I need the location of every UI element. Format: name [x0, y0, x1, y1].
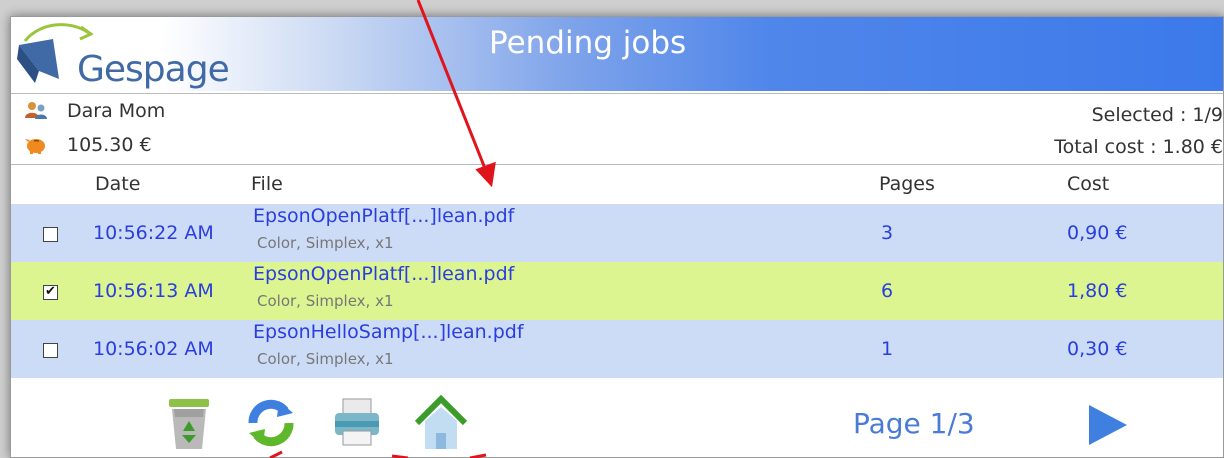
user-name: Dara Mom — [67, 100, 166, 122]
job-options: Color, Simplex, x1 — [257, 234, 394, 252]
piggy-bank-icon — [25, 139, 45, 154]
job-cost: 0,90 € — [1067, 222, 1128, 244]
table-row[interactable]: 10:56:02 AM EpsonHelloSamp[...]lean.pdf … — [11, 320, 1223, 378]
page-indicator: Page 1/3 — [853, 407, 975, 440]
column-cost: Cost — [1067, 173, 1110, 195]
page-title: Pending jobs — [489, 25, 687, 61]
job-file-name: EpsonOpenPlatf[...]lean.pdf — [253, 205, 515, 227]
selected-count: Selected : 1/9 — [1091, 104, 1223, 126]
total-cost: Total cost : 1.80 € — [1054, 136, 1223, 158]
row-checkbox[interactable] — [43, 343, 58, 358]
printer-icon[interactable] — [329, 393, 385, 451]
jobs-table-header: Date File Pages Cost — [11, 167, 1223, 203]
logo-text: Gespage — [77, 49, 230, 90]
job-options: Color, Simplex, x1 — [257, 292, 394, 310]
users-icon — [25, 102, 47, 119]
gespage-logo: Gespage — [13, 19, 253, 91]
user-balance-row: 105.30 € — [23, 134, 152, 156]
gespage-window: Gespage Pending jobs Dara Mom 105.30 € S… — [10, 16, 1224, 458]
user-balance: 105.30 € — [67, 134, 152, 156]
column-date: Date — [95, 173, 141, 195]
job-cost: 0,30 € — [1067, 338, 1128, 360]
job-time: 10:56:22 AM — [93, 222, 214, 244]
play-next-icon[interactable] — [1085, 403, 1129, 447]
row-checkbox[interactable] — [43, 227, 58, 242]
table-row[interactable]: ✔ 10:56:13 AM EpsonOpenPlatf[...]lean.pd… — [11, 262, 1223, 320]
user-bar: Dara Mom 105.30 € Selected : 1/9 Total c… — [11, 93, 1223, 165]
user-name-row: Dara Mom — [23, 100, 165, 122]
bottom-toolbar: Page 1/3 — [11, 387, 1223, 457]
row-checkbox[interactable]: ✔ — [43, 285, 58, 300]
table-row[interactable]: 10:56:22 AM EpsonOpenPlatf[...]lean.pdf … — [11, 204, 1223, 262]
job-pages: 3 — [881, 222, 894, 244]
job-pages: 6 — [881, 280, 894, 302]
home-icon[interactable] — [413, 393, 469, 451]
column-pages: Pages — [879, 173, 935, 195]
job-options: Color, Simplex, x1 — [257, 350, 394, 368]
job-file-name: EpsonOpenPlatf[...]lean.pdf — [253, 263, 515, 285]
job-pages: 1 — [881, 338, 894, 360]
job-cost: 1,80 € — [1067, 280, 1128, 302]
refresh-icon[interactable] — [243, 393, 299, 451]
app-header: Gespage Pending jobs — [11, 17, 1223, 91]
column-file: File — [251, 173, 283, 195]
job-file-name: EpsonHelloSamp[...]lean.pdf — [253, 321, 524, 343]
recycle-bin-icon[interactable] — [161, 393, 217, 451]
job-time: 10:56:02 AM — [93, 338, 214, 360]
job-time: 10:56:13 AM — [93, 280, 214, 302]
